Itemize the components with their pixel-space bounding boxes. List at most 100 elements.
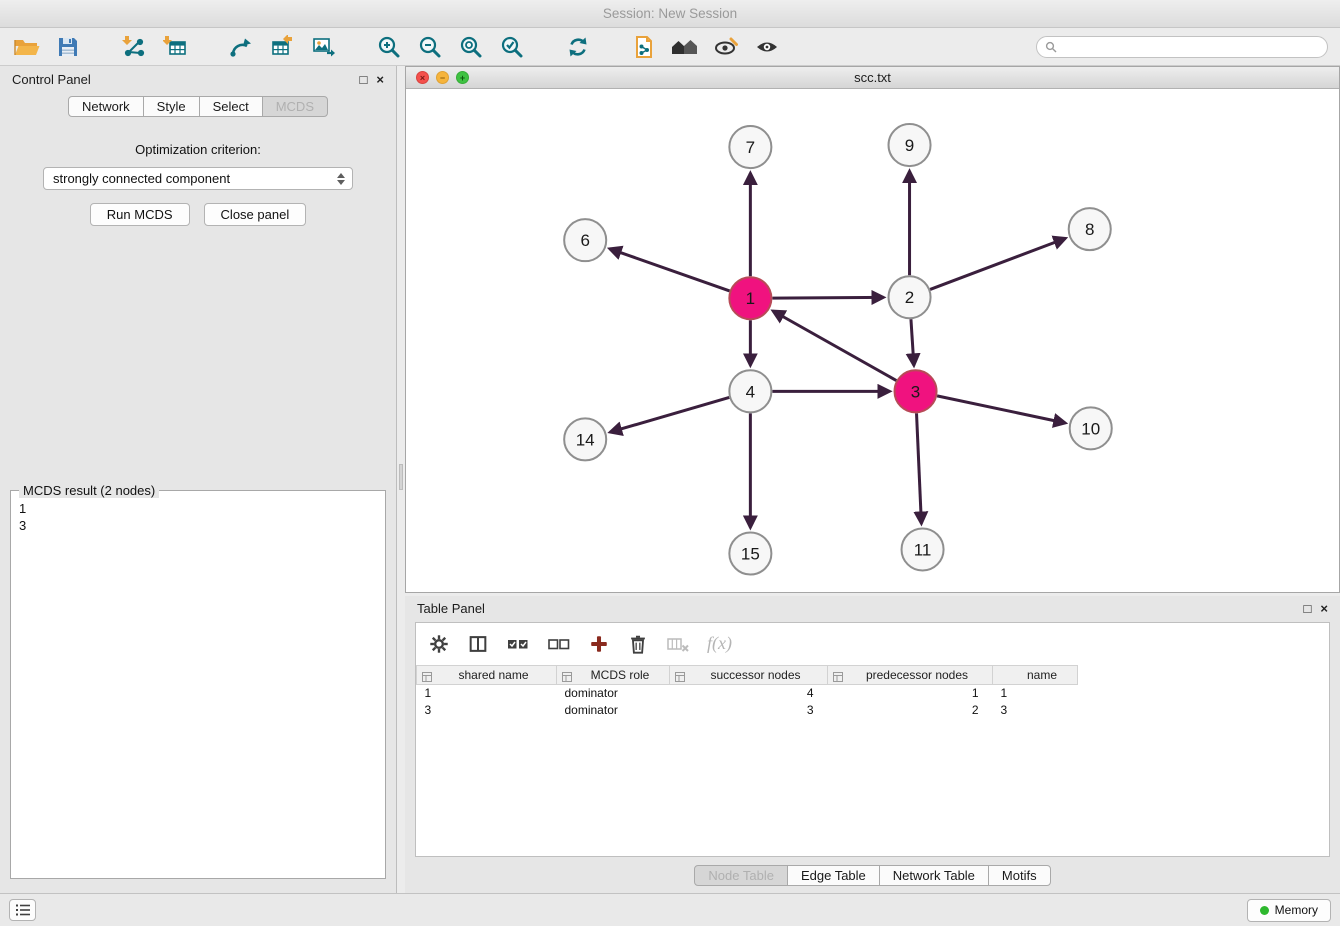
table-row[interactable]: 1 dominator 4 1 1: [417, 684, 1078, 701]
window-titlebar: Session: New Session: [0, 0, 1340, 28]
close-panel-icon[interactable]: ×: [1320, 602, 1328, 615]
add-column-button[interactable]: [588, 633, 610, 655]
search-field[interactable]: [1036, 36, 1328, 58]
graph-node-label: 15: [741, 544, 760, 563]
control-panel-tabs: Network Style Select MCDS: [0, 96, 396, 117]
column-header-name[interactable]: name: [993, 665, 1078, 684]
cell-mcds-role[interactable]: dominator: [557, 684, 670, 701]
graph-node-label: 6: [580, 231, 589, 250]
refresh-icon: [566, 35, 590, 59]
delete-column-button: [666, 633, 690, 655]
deselect-all-rows-button[interactable]: [547, 633, 571, 655]
import-table-button[interactable]: [160, 32, 190, 62]
tab-network[interactable]: Network: [68, 96, 144, 117]
memory-button[interactable]: Memory: [1247, 899, 1331, 922]
eye-slash-button[interactable]: [711, 32, 741, 62]
cell-successor-nodes[interactable]: 3: [670, 701, 828, 718]
graph-edge[interactable]: [930, 238, 1065, 289]
graph-edge[interactable]: [917, 413, 922, 523]
run-mcds-button[interactable]: Run MCDS: [90, 203, 190, 226]
tab-mcds[interactable]: MCDS: [262, 96, 328, 117]
column-menu-icon[interactable]: [675, 671, 685, 685]
float-panel-icon[interactable]: □: [360, 73, 368, 86]
column-menu-icon[interactable]: [833, 671, 843, 685]
mcds-result-title: MCDS result (2 nodes): [19, 483, 159, 498]
import-network-button[interactable]: [119, 32, 149, 62]
splitter-grip[interactable]: [399, 464, 403, 490]
cell-shared-name[interactable]: 3: [417, 701, 557, 718]
export-table-button[interactable]: [267, 32, 297, 62]
column-menu-icon[interactable]: [562, 671, 572, 685]
tab-motifs[interactable]: Motifs: [988, 865, 1051, 886]
column-menu-icon[interactable]: [422, 671, 432, 685]
traffic-lights: × − +: [416, 71, 469, 84]
cell-mcds-role[interactable]: dominator: [557, 701, 670, 718]
minimize-window-icon[interactable]: −: [436, 71, 449, 84]
graph-node-label: 2: [905, 288, 914, 307]
zoom-fit-icon: [459, 35, 483, 59]
zoom-selected-button[interactable]: [497, 32, 527, 62]
graph-node-label: 9: [905, 136, 914, 155]
zoom-fit-button[interactable]: [456, 32, 486, 62]
graph-node-label: 1: [746, 289, 755, 308]
graph-edge[interactable]: [772, 297, 883, 298]
cell-shared-name[interactable]: 1: [417, 684, 557, 701]
save-icon: [56, 35, 80, 59]
tab-select[interactable]: Select: [199, 96, 263, 117]
export-image-button[interactable]: [308, 32, 338, 62]
graph-edge[interactable]: [773, 311, 896, 381]
delete-table-button[interactable]: [627, 633, 649, 655]
graph-edge[interactable]: [610, 397, 729, 432]
float-panel-icon[interactable]: □: [1304, 602, 1312, 615]
column-header-successor-nodes[interactable]: successor nodes: [670, 665, 828, 684]
tab-style[interactable]: Style: [143, 96, 200, 117]
column-header-predecessor-nodes[interactable]: predecessor nodes: [828, 665, 993, 684]
graph-edge[interactable]: [610, 249, 730, 291]
export-network-icon: [229, 35, 253, 59]
open-session-button[interactable]: [12, 32, 42, 62]
show-columns-button[interactable]: [467, 633, 489, 655]
task-history-button[interactable]: [9, 899, 36, 921]
zoom-out-button[interactable]: [415, 32, 445, 62]
application-window: Session: New Session: [0, 0, 1340, 926]
search-input[interactable]: [1062, 39, 1319, 54]
home-button[interactable]: [670, 32, 700, 62]
column-header-shared-name[interactable]: shared name: [417, 665, 557, 684]
node-table: shared name MCDS role successor nodes: [416, 665, 1078, 719]
tab-network-table[interactable]: Network Table: [879, 865, 989, 886]
cell-name[interactable]: 3: [993, 701, 1078, 718]
import-table-icon: [163, 35, 187, 59]
table-panel-title: Table Panel: [417, 601, 485, 616]
document-share-button[interactable]: [629, 32, 659, 62]
mcds-result-list[interactable]: 1 3: [11, 491, 385, 543]
optimization-criterion-select[interactable]: strongly connected component: [43, 167, 353, 190]
close-panel-icon[interactable]: ×: [376, 73, 384, 86]
cell-predecessor-nodes[interactable]: 1: [828, 684, 993, 701]
cell-predecessor-nodes[interactable]: 2: [828, 701, 993, 718]
vertical-splitter[interactable]: [397, 66, 405, 893]
control-panel-title: Control Panel: [12, 72, 91, 87]
cell-successor-nodes[interactable]: 4: [670, 684, 828, 701]
tab-node-table[interactable]: Node Table: [694, 865, 788, 886]
graph-node-label: 14: [576, 430, 595, 449]
main-toolbar: [0, 28, 1340, 66]
eye-button[interactable]: [752, 32, 782, 62]
refresh-layout-button[interactable]: [563, 32, 593, 62]
delete-column-icon: [666, 633, 690, 655]
column-header-mcds-role[interactable]: MCDS role: [557, 665, 670, 684]
save-session-button[interactable]: [53, 32, 83, 62]
maximize-window-icon[interactable]: +: [456, 71, 469, 84]
graph-edge[interactable]: [937, 396, 1065, 423]
table-row[interactable]: 3 dominator 3 2 3: [417, 701, 1078, 718]
export-network-button[interactable]: [226, 32, 256, 62]
close-window-icon[interactable]: ×: [416, 71, 429, 84]
table-settings-button[interactable]: [428, 633, 450, 655]
cell-name[interactable]: 1: [993, 684, 1078, 701]
tab-edge-table[interactable]: Edge Table: [787, 865, 880, 886]
select-all-rows-button[interactable]: [506, 633, 530, 655]
close-panel-button[interactable]: Close panel: [204, 203, 307, 226]
network-canvas[interactable]: 7968124314101511: [406, 89, 1339, 592]
graph-edge[interactable]: [911, 319, 914, 365]
zoom-in-button[interactable]: [374, 32, 404, 62]
optimization-criterion-label: Optimization criterion:: [0, 142, 396, 157]
